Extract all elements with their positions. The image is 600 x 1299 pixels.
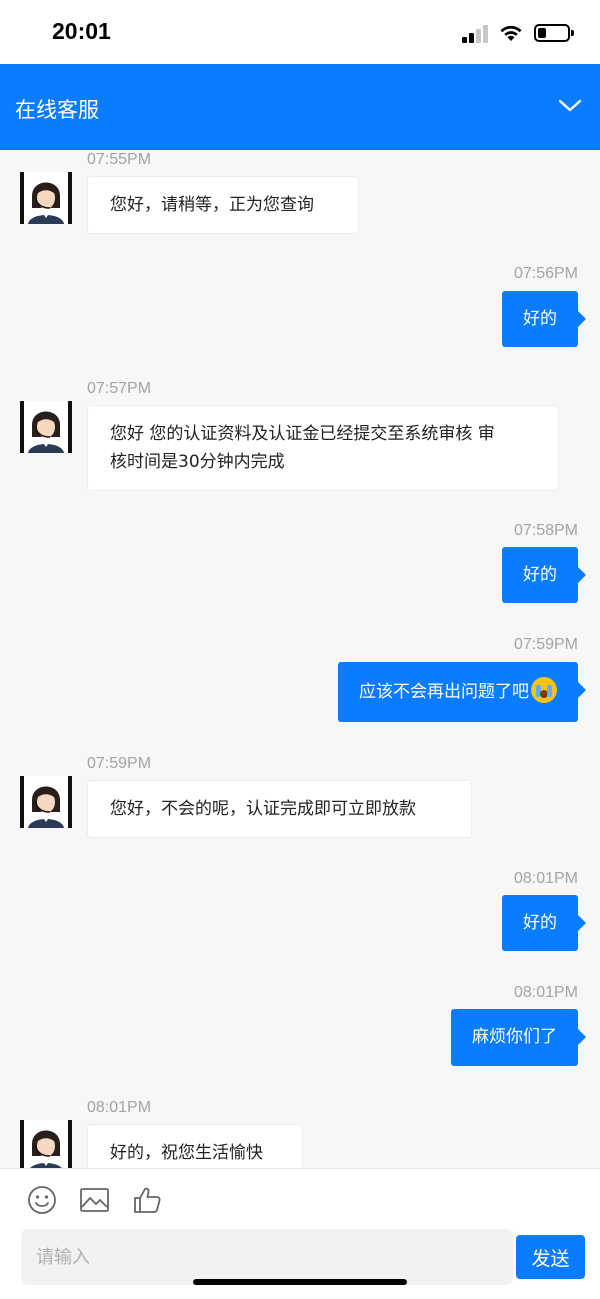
message-text: 您好，请稍等，正为您查询	[110, 195, 314, 215]
agent-avatar	[20, 1120, 72, 1168]
header-bar: 在线客服	[0, 64, 600, 150]
user-message-bubble: 麻烦你们了	[451, 1009, 586, 1066]
agent-message-bubble: 您好，请稍等，正为您查询	[87, 176, 359, 234]
page-title: 在线客服	[15, 98, 99, 122]
agent-message-bubble: 您好 您的认证资料及认证金已经提交至系统审核 审 核时间是30分钟内完成	[87, 405, 559, 491]
message-text: 您好，不会的呢，认证完成即可立即放款	[110, 799, 416, 819]
message-text-line: 您好 您的认证资料及认证金已经提交至系统审核 审	[110, 424, 495, 444]
image-icon[interactable]	[79, 1185, 110, 1215]
message-timestamp: 07:58PM	[513, 522, 578, 539]
wifi-icon	[500, 25, 522, 41]
agent-message-bubble: 好的，祝您生活愉快	[87, 1124, 303, 1168]
message-text: 好的	[523, 913, 557, 933]
status-icons	[462, 22, 574, 44]
agent-message-bubble: 您好，不会的呢，认证完成即可立即放款	[87, 780, 472, 838]
message-text-line: 核时间是30分钟内完成	[110, 452, 285, 472]
message-text: 好的	[523, 565, 557, 585]
message-text: 好的	[523, 309, 557, 329]
user-message-bubble: 好的	[502, 291, 586, 347]
agent-avatar	[20, 172, 72, 224]
message-timestamp: 07:59PM	[87, 755, 152, 772]
message-timestamp: 07:55PM	[87, 151, 152, 168]
message-text: 麻烦你们了	[472, 1027, 557, 1047]
cellular-signal-icon	[462, 23, 488, 43]
battery-icon	[534, 24, 574, 42]
agent-avatar	[20, 401, 72, 453]
message-timestamp: 08:01PM	[513, 870, 578, 887]
user-message-bubble: 好的	[502, 547, 586, 603]
message-timestamp: 08:01PM	[513, 984, 578, 1001]
status-bar: 20:01	[0, 0, 600, 64]
message-text: 好的，祝您生活愉快	[110, 1143, 263, 1163]
status-time: 20:01	[52, 18, 111, 44]
emoji-icon[interactable]	[27, 1185, 57, 1215]
message-text: 应该不会再出问题了吧	[359, 682, 529, 702]
user-message-bubble: 好的	[502, 895, 586, 951]
user-message-bubble: 应该不会再出问题了吧	[338, 662, 586, 722]
chevron-down-icon[interactable]	[558, 96, 582, 116]
send-button[interactable]: 发送	[516, 1235, 585, 1279]
message-input[interactable]	[21, 1229, 513, 1285]
crying-face-icon	[531, 677, 557, 703]
home-indicator[interactable]	[193, 1279, 407, 1285]
message-timestamp: 07:59PM	[513, 636, 578, 653]
message-timestamp: 07:56PM	[513, 265, 578, 282]
chat-message-list[interactable]: 07:55PM 您好，请稍等，正为您查询 07:56PM 好的 07:57PM …	[0, 150, 600, 1168]
message-timestamp: 07:57PM	[87, 380, 152, 397]
agent-avatar	[20, 776, 72, 828]
thumbs-up-icon[interactable]	[132, 1185, 162, 1215]
message-timestamp: 08:01PM	[87, 1099, 152, 1116]
